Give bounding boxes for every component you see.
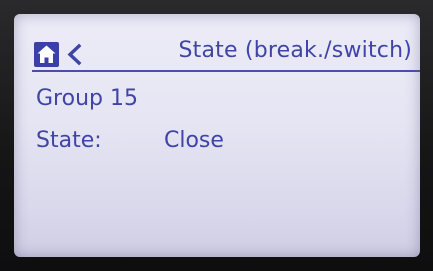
device-bezel: State (break./switch) Group 15 State: Cl… [0,0,433,271]
state-label: State: [36,128,102,153]
screen-header: State (break./switch) [14,14,420,78]
group-label: Group 15 [36,86,138,111]
page-title: State (break./switch) [178,38,412,63]
state-value: Close [164,128,224,153]
home-icon [37,45,56,63]
back-button[interactable] [64,42,86,67]
home-button[interactable] [34,42,59,67]
chevron-left-icon [67,43,82,66]
display-screen: State (break./switch) Group 15 State: Cl… [14,14,420,257]
header-divider [32,70,420,72]
